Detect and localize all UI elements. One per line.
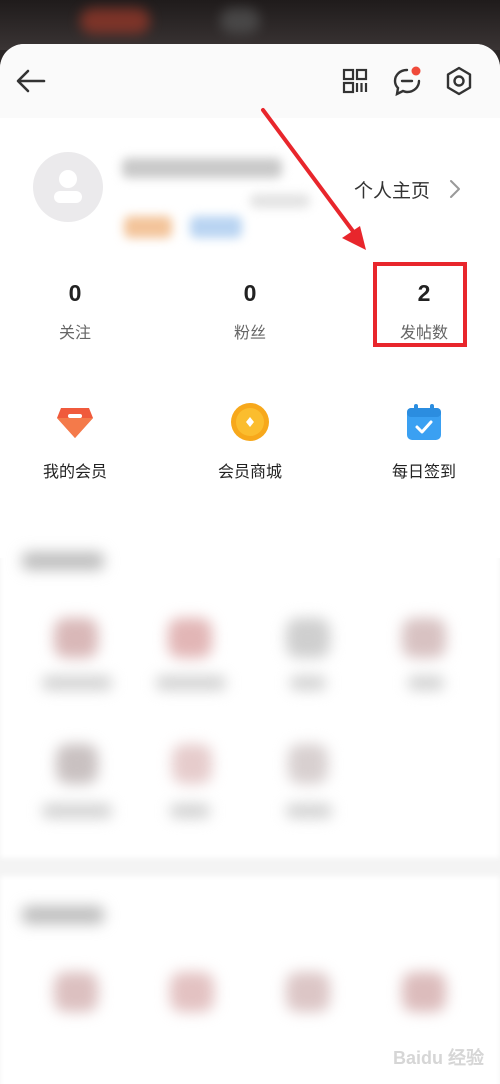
profile-homepage-link[interactable]: 个人主页 [354,176,430,203]
blurred-service-icon [54,618,98,658]
blurred-tool-icon [54,972,98,1012]
feature-my-membership[interactable]: 我的会员 [15,400,135,482]
diamond-icon [57,408,93,438]
qr-code-icon[interactable] [342,68,368,94]
username-blurred [122,158,282,178]
profile-sheet: 个人主页 0 关注 0 粉丝 2 发帖数 我的会员 会员商城 每日签到 [0,44,500,1084]
blurred-tool-icon [402,972,446,1012]
feature-member-mall[interactable]: 会员商城 [190,400,310,482]
header-bar [0,44,500,118]
extra-info-blurred [250,194,310,208]
blurred-service-icon [286,618,330,658]
settings-icon[interactable] [445,66,473,96]
level-badge-blurred [124,216,172,238]
feature-daily-checkin[interactable]: 每日签到 [364,400,484,482]
stat-following-value: 0 [68,280,82,306]
blurred-section-title [22,552,104,570]
blurred-service-icon [172,744,212,784]
calendar-icon [407,404,441,440]
status-bar-background [0,0,500,50]
notification-dot [411,66,421,76]
feature-my-membership-label: 我的会员 [42,462,107,481]
feature-daily-checkin-label: 每日签到 [391,462,456,481]
blurred-service-label [42,804,112,818]
profile-homepage-label: 个人主页 [354,180,431,202]
user-silhouette-icon [54,170,82,203]
vip-badge-blurred [190,216,242,238]
blurred-section-title [22,906,104,924]
blurred-service-icon [288,744,328,784]
blurred-service-icon [402,618,446,658]
back-arrow-icon[interactable] [14,66,48,96]
blurred-service-icon [168,618,212,658]
watermark: Baidu 经验 [392,1048,484,1068]
stat-following-label: 关注 [58,323,91,342]
blurred-tool-icon [286,972,330,1012]
stat-fans-label: 粉丝 [233,323,266,342]
stat-fans-value: 0 [243,280,257,306]
stat-fans[interactable]: 0 粉丝 [190,280,310,343]
blurred-service-label [408,676,444,690]
chevron-right-icon[interactable] [448,178,462,200]
blurred-service-label [42,676,112,690]
message-icon[interactable] [392,64,424,98]
blurred-service-label [170,804,210,818]
blurred-service-label [290,676,326,690]
highlight-box [373,262,467,347]
blurred-service-icon [56,744,98,784]
blurred-service-label [156,676,226,690]
stat-following[interactable]: 0 关注 [15,280,135,343]
avatar[interactable] [33,152,103,222]
coin-icon [231,403,269,441]
blurred-tool-icon [170,972,214,1012]
feature-member-mall-label: 会员商城 [217,462,282,481]
blurred-service-label [286,804,332,818]
